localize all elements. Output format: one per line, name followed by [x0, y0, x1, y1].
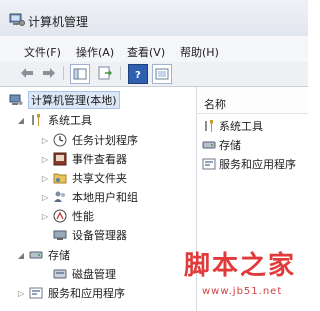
watermark-url: www.jb51.net — [202, 286, 283, 297]
navigation-tree: 计算机管理(本地) ◢ 系统工具 ▷ 任务计划程序 ▷ 事件查看器 ▷ 共享文件… — [0, 87, 197, 311]
help-icon[interactable]: ? — [128, 64, 148, 84]
tree-item-label: 性能 — [72, 210, 94, 223]
toolbar-separator — [63, 66, 64, 80]
watermark-logo: 脚本之家 — [184, 251, 297, 281]
expand-arrow-icon[interactable]: ▷ — [40, 136, 50, 145]
expand-arrow-icon[interactable]: ▷ — [16, 289, 26, 298]
collapse-arrow-icon[interactable]: ◢ — [16, 251, 26, 260]
tree-item-disk-management[interactable]: 磁盘管理 — [50, 265, 116, 283]
title-bar: 计算机管理 — [0, 0, 308, 36]
tree-item-label: 系统工具 — [48, 114, 92, 127]
column-header-name[interactable]: 名称 — [197, 87, 308, 114]
expand-arrow-icon[interactable]: ▷ — [40, 193, 50, 202]
tree-item-label: 存储 — [48, 249, 70, 262]
clock-icon — [52, 132, 68, 148]
collapse-arrow-icon[interactable]: ◢ — [16, 116, 26, 125]
tree-item-services-applications[interactable]: ▷ 服务和应用程序 — [16, 284, 125, 302]
back-icon[interactable] — [18, 64, 36, 82]
services-icon — [201, 156, 217, 172]
window-title: 计算机管理 — [28, 15, 89, 29]
menu-file[interactable]: 文件(F) — [24, 44, 61, 60]
expand-arrow-icon[interactable]: ▷ — [40, 174, 50, 183]
tree-item-label: 本地用户和组 — [72, 191, 138, 204]
computer-management-icon — [9, 13, 25, 27]
tree-item-label: 共享文件夹 — [72, 172, 127, 185]
svg-text:?: ? — [135, 70, 141, 80]
tree-item-label: 事件查看器 — [72, 153, 127, 166]
menu-action[interactable]: 操作(A) — [76, 44, 114, 60]
tree-item-storage[interactable]: ◢ 存储 — [16, 246, 70, 264]
tree-item-label: 任务计划程序 — [72, 134, 138, 147]
storage-icon — [28, 247, 44, 263]
expand-arrow-icon[interactable]: ▷ — [40, 212, 50, 221]
show-hide-tree-icon[interactable] — [70, 64, 90, 84]
expand-arrow-icon[interactable]: ▷ — [40, 155, 50, 164]
device-manager-icon — [52, 227, 68, 243]
tree-item-label: 服务和应用程序 — [48, 287, 125, 300]
storage-icon — [201, 137, 217, 153]
tree-item-system-tools[interactable]: ◢ 系统工具 — [16, 111, 92, 129]
menu-bar: 文件(F) 操作(A) 查看(V) 帮助(H) — [0, 36, 308, 63]
properties-icon[interactable] — [152, 64, 172, 84]
menu-help[interactable]: 帮助(H) — [180, 44, 219, 60]
tree-item-device-manager[interactable]: 设备管理器 — [50, 226, 127, 244]
tree-item-performance[interactable]: ▷ 性能 — [40, 207, 94, 225]
tools-icon — [28, 112, 44, 128]
column-header-label: 名称 — [204, 98, 226, 111]
tree-root-computer-management[interactable]: 计算机管理(本地) — [6, 91, 120, 109]
tree-item-local-users-groups[interactable]: ▷ 本地用户和组 — [40, 188, 138, 206]
list-item-label: 存储 — [219, 139, 241, 152]
shared-folder-icon — [52, 170, 68, 186]
toolbar: ? — [0, 62, 308, 87]
tree-item-label: 设备管理器 — [72, 229, 127, 242]
toolbar-separator — [120, 66, 121, 80]
tree-item-task-scheduler[interactable]: ▷ 任务计划程序 — [40, 131, 138, 149]
export-icon[interactable] — [96, 64, 114, 82]
disk-icon — [52, 266, 68, 282]
computer-management-icon — [8, 92, 24, 108]
list-item-services-applications[interactable]: 服务和应用程序 — [201, 155, 296, 173]
performance-icon — [52, 208, 68, 224]
services-icon — [28, 285, 44, 301]
tree-item-event-viewer[interactable]: ▷ 事件查看器 — [40, 150, 127, 168]
event-viewer-icon — [52, 151, 68, 167]
tree-root-label: 计算机管理(本地) — [28, 91, 120, 109]
list-item-system-tools[interactable]: 系统工具 — [201, 117, 263, 135]
list-item-storage[interactable]: 存储 — [201, 136, 241, 154]
users-icon — [52, 189, 68, 205]
tree-item-shared-folders[interactable]: ▷ 共享文件夹 — [40, 169, 127, 187]
watermark: 脚本之家 www.jb51.net — [170, 245, 308, 311]
tools-icon — [201, 118, 217, 134]
menu-view[interactable]: 查看(V) — [127, 44, 165, 60]
forward-icon[interactable] — [40, 64, 58, 82]
list-item-label: 系统工具 — [219, 120, 263, 133]
tree-item-label: 磁盘管理 — [72, 268, 116, 281]
list-item-label: 服务和应用程序 — [219, 158, 296, 171]
